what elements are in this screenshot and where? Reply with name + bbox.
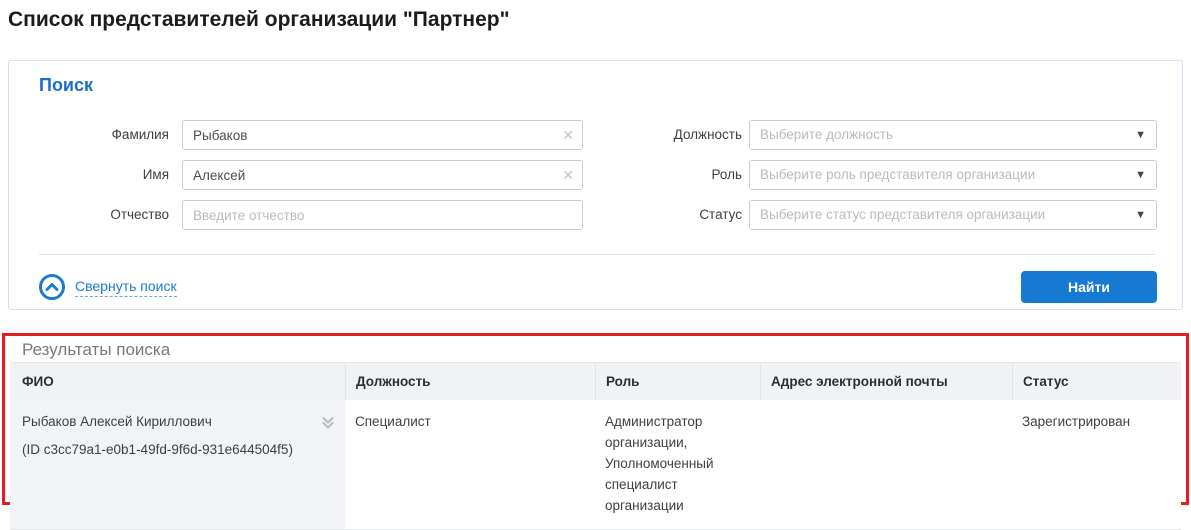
position-select[interactable]: Выберите должность ▼ [749,120,1157,150]
column-header-role: Роль [595,363,760,400]
page-title: Список представителей организации "Партн… [8,8,510,32]
search-footer-divider [39,254,1155,255]
cell-email [760,400,1012,529]
table-row: Рыбаков Алексей Кириллович (ID c3cc79a1-… [10,400,1181,530]
status-label: Статус [569,200,742,230]
role-field-wrap: Выберите роль представителя организации … [749,160,1157,190]
chevron-down-icon[interactable]: ▼ [1135,121,1146,149]
representative-id: (ID c3cc79a1-e0b1-49fd-9f6d-931e644504f5… [22,440,311,461]
search-panel-title: Поиск [39,75,93,96]
surname-field-wrap: ✕ [182,120,583,150]
column-header-position: Должность [345,363,595,400]
role-select[interactable]: Выберите роль представителя организации … [749,160,1157,190]
search-results-section: Результаты поиска ФИО Должность Роль Адр… [2,333,1189,505]
column-header-fio: ФИО [10,363,345,400]
status-select-placeholder: Выберите статус представителя организаци… [760,201,1045,229]
expand-double-chevron-down-icon[interactable] [320,415,336,431]
firstname-label: Имя [9,160,169,190]
patronymic-input[interactable] [182,200,583,230]
column-header-email: Адрес электронной почты [760,363,1012,400]
cell-position: Специалист [345,400,595,529]
surname-label: Фамилия [9,120,169,150]
representative-name: Рыбаков Алексей Кириллович [22,412,311,433]
role-label: Роль [569,160,742,190]
chevron-down-icon[interactable]: ▼ [1135,201,1146,229]
cell-role: Администратор организации, Уполномоченны… [595,400,760,529]
cell-status: Зарегистрирован [1012,400,1181,529]
chevron-down-icon[interactable]: ▼ [1135,161,1146,189]
table-header-row: ФИО Должность Роль Адрес электронной поч… [10,362,1181,400]
collapse-search-label[interactable]: Свернуть поиск [75,278,177,297]
patronymic-label: Отчество [9,200,169,230]
patronymic-field-wrap [182,200,583,230]
firstname-input[interactable] [182,160,583,190]
position-field-wrap: Выберите должность ▼ [749,120,1157,150]
column-header-status: Статус [1012,363,1181,400]
find-button[interactable]: Найти [1021,271,1157,303]
position-select-placeholder: Выберите должность [760,121,893,149]
status-select[interactable]: Выберите статус представителя организаци… [749,200,1157,230]
surname-input[interactable] [182,120,583,150]
search-panel: Поиск Фамилия ✕ Должность Выберите должн… [8,60,1183,310]
status-field-wrap: Выберите статус представителя организаци… [749,200,1157,230]
collapse-search-link[interactable]: Свернуть поиск [39,273,177,301]
results-title: Результаты поиска [22,340,170,360]
firstname-field-wrap: ✕ [182,160,583,190]
collapse-circle-chevron-up-icon[interactable] [39,274,65,300]
position-label: Должность [569,120,742,150]
results-table: ФИО Должность Роль Адрес электронной поч… [10,362,1181,530]
role-select-placeholder: Выберите роль представителя организации [760,161,1035,189]
cell-fio: Рыбаков Алексей Кириллович (ID c3cc79a1-… [10,400,345,529]
